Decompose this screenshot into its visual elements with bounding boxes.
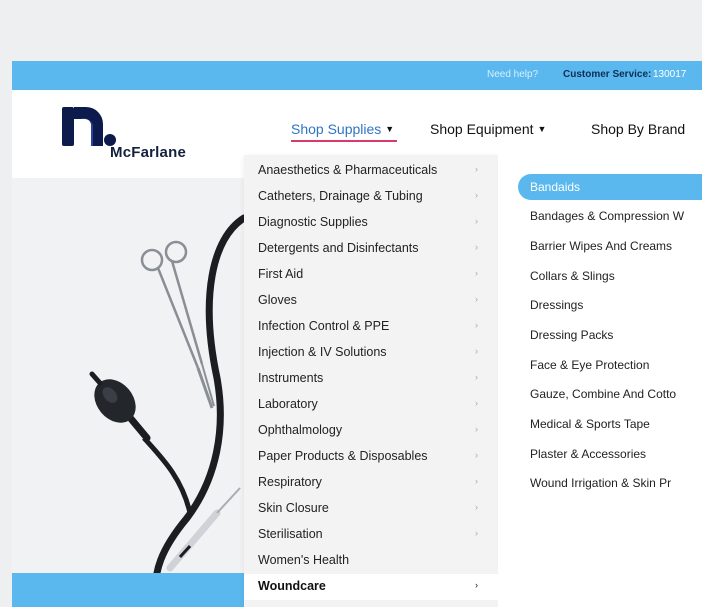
category-item[interactable]: Respiratory › [244, 470, 498, 496]
subcategory-item[interactable]: Face & Eye Protection [518, 352, 702, 378]
category-label: Paper Products & Disposables [258, 449, 428, 463]
chevron-right-icon: › [475, 528, 478, 538]
category-item[interactable]: Gloves › [244, 288, 498, 314]
category-item[interactable]: Women's Health [244, 548, 498, 574]
chevron-right-icon: › [475, 190, 478, 200]
chevron-right-icon: › [475, 502, 478, 512]
category-label: Skin Closure [258, 501, 329, 515]
chevron-right-icon: › [475, 424, 478, 434]
need-help-text: Need help? [487, 69, 539, 80]
category-item[interactable]: Anaesthetics & Pharmaceuticals › [244, 158, 498, 184]
chevron-right-icon: › [475, 346, 478, 356]
category-label: Diagnostic Supplies [258, 215, 368, 229]
browser-viewport: Need help? Customer Service: 130017 McFa… [12, 61, 702, 607]
category-label: Woundcare [258, 579, 326, 593]
subcategory-item[interactable]: Barrier Wipes And Creams [518, 233, 702, 259]
subcategory-item[interactable]: Gauze, Combine And Cotto [518, 381, 702, 407]
chevron-right-icon: › [475, 164, 478, 174]
brand-name: McFarlane [110, 144, 186, 161]
category-label: Infection Control & PPE [258, 319, 390, 333]
subcategory-menu: Bandaids Bandages & Compression W Barrie… [498, 155, 702, 607]
subcategory-item[interactable]: Dressing Packs [518, 322, 702, 348]
category-label: First Aid [258, 267, 304, 281]
subcategory-item[interactable]: Wound Irrigation & Skin Pr [518, 470, 702, 496]
category-label: Laboratory [258, 397, 318, 411]
active-nav-underline [291, 140, 397, 142]
category-item[interactable]: First Aid › [244, 262, 498, 288]
subcategory-item-selected[interactable]: Bandaids [518, 174, 702, 200]
subcategory-item[interactable]: Bandages & Compression W [518, 203, 702, 229]
category-label: Detergents and Disinfectants [258, 241, 419, 255]
category-item[interactable]: Detergents and Disinfectants › [244, 236, 498, 262]
nav-shop-by-brand-label: Shop By Brand [591, 121, 686, 137]
chevron-right-icon: › [475, 320, 478, 330]
nav-shop-supplies-label: Shop Supplies [291, 121, 382, 137]
chevron-right-icon: › [475, 242, 478, 252]
subcategory-label: Bandages & Compression W [530, 209, 685, 223]
category-item[interactable]: Catheters, Drainage & Tubing › [244, 184, 498, 210]
category-label: Anaesthetics & Pharmaceuticals [258, 163, 438, 177]
nav-shop-by-brand[interactable]: Shop By Brand [591, 121, 685, 137]
category-item[interactable]: Injection & IV Solutions › [244, 340, 498, 366]
subcategory-item[interactable]: Dressings [518, 292, 702, 318]
subcategory-item[interactable]: Plaster & Accessories [518, 441, 702, 467]
subcategory-item[interactable]: Medical & Sports Tape [518, 411, 702, 437]
category-label: Respiratory [258, 475, 322, 489]
subcategory-label: Barrier Wipes And Creams [530, 239, 673, 253]
subcategory-label: Bandaids [530, 180, 581, 194]
category-item[interactable]: Instruments › [244, 366, 498, 392]
chevron-right-icon: › [475, 450, 478, 460]
hero-blue-strip [12, 573, 244, 607]
chevron-right-icon: › [475, 580, 478, 590]
stethoscope-illustration [89, 214, 244, 573]
top-info-bar: Need help? Customer Service: 130017 [12, 61, 702, 90]
subcategory-label: Dressings [530, 298, 584, 312]
subcategory-label: Gauze, Combine And Cotto [530, 387, 677, 401]
category-item[interactable]: Diagnostic Supplies › [244, 210, 498, 236]
chevron-right-icon: › [475, 476, 478, 486]
chevron-right-icon: › [475, 372, 478, 382]
subcategory-label: Collars & Slings [530, 269, 615, 283]
chevron-right-icon: › [475, 294, 478, 304]
category-label: Women's Health [258, 553, 350, 567]
chevron-right-icon: › [475, 216, 478, 226]
nav-shop-supplies[interactable]: Shop Supplies ▼ [291, 121, 397, 142]
category-menu: Anaesthetics & Pharmaceuticals › Catheter… [244, 155, 498, 607]
chevron-right-icon: › [475, 398, 478, 408]
subcategory-label: Face & Eye Protection [530, 358, 650, 372]
subcategory-label: Plaster & Accessories [530, 447, 647, 461]
subcategory-label: Dressing Packs [530, 328, 614, 342]
nav-shop-equipment-label: Shop Equipment [430, 121, 534, 137]
chevron-right-icon: › [475, 268, 478, 278]
subcategory-label: Wound Irrigation & Skin Pr [530, 476, 672, 490]
category-label: Ophthalmology [258, 423, 343, 437]
category-item[interactable]: Ophthalmology › [244, 418, 498, 444]
category-item[interactable]: Paper Products & Disposables › [244, 444, 498, 470]
caret-down-icon: ▼ [385, 124, 395, 134]
category-item-woundcare[interactable]: Woundcare › [244, 574, 498, 600]
category-item[interactable]: Skin Closure › [244, 496, 498, 522]
subcategory-item[interactable]: Collars & Slings [518, 263, 702, 289]
customer-service-phone-link[interactable]: 130017 [653, 69, 686, 80]
nav-shop-equipment[interactable]: Shop Equipment ▼ [430, 121, 546, 137]
subcategory-label: Medical & Sports Tape [530, 417, 650, 431]
category-label: Sterilisation [258, 527, 323, 541]
category-item[interactable]: Sterilisation › [244, 522, 498, 548]
category-label: Injection & IV Solutions [258, 345, 387, 359]
category-item[interactable]: Infection Control & PPE › [244, 314, 498, 340]
category-item[interactable]: Laboratory › [244, 392, 498, 418]
category-label: Catheters, Drainage & Tubing [258, 189, 423, 203]
category-label: Gloves [258, 293, 297, 307]
caret-down-icon: ▼ [537, 124, 547, 134]
category-label: Instruments [258, 371, 324, 385]
customer-service-label: Customer Service: [563, 69, 652, 80]
